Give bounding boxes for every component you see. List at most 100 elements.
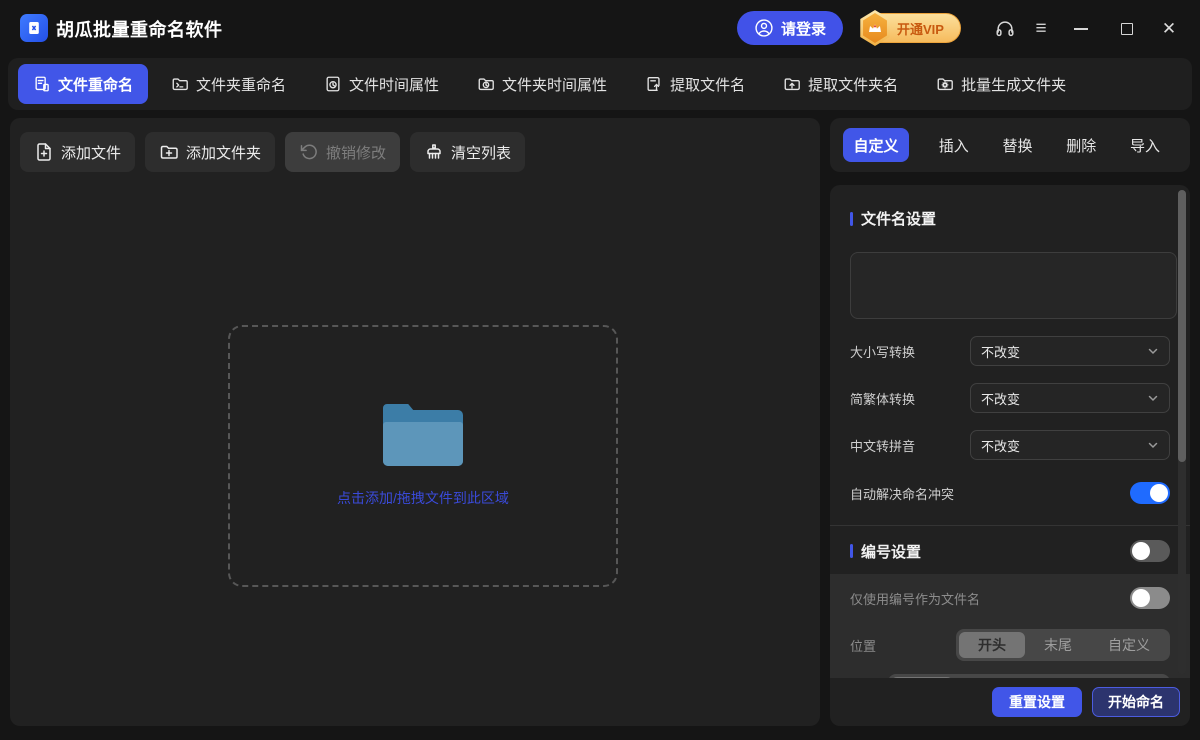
add-folder-button[interactable]: 添加文件夹 (145, 132, 275, 172)
folder-export-icon (783, 75, 801, 93)
numbering-toggle[interactable] (1130, 540, 1170, 562)
close-button[interactable]: ✕ (1154, 14, 1184, 44)
tab-folder-time[interactable]: 文件夹时间属性 (462, 64, 622, 104)
tab-insert[interactable]: 插入 (935, 135, 973, 156)
dropzone-hint: 点击添加/拖拽文件到此区域 (337, 488, 509, 508)
menu-icon[interactable]: ≡ (1028, 16, 1054, 42)
section-title: 文件名设置 (861, 208, 936, 229)
clear-list-button[interactable]: 清空列表 (410, 132, 525, 172)
tab-batch-create-folder[interactable]: 批量生成文件夹 (921, 64, 1081, 104)
position-label: 位置 (850, 636, 876, 655)
rename-mode-tabs: 自定义 插入 替换 删除 导入 (830, 118, 1190, 172)
broom-icon (424, 142, 444, 162)
traditional-convert-label: 简繁体转换 (850, 389, 915, 408)
tab-label: 文件时间属性 (349, 74, 439, 95)
tab-folder-rename[interactable]: 文件夹重命名 (156, 64, 301, 104)
file-rename-icon (33, 75, 51, 93)
tab-import[interactable]: 导入 (1126, 135, 1164, 156)
only-number-toggle[interactable] (1130, 587, 1170, 609)
position-option-custom[interactable]: 自定义 (1091, 632, 1167, 658)
only-number-row: 仅使用编号作为文件名 (850, 587, 1170, 609)
traditional-convert-row: 简繁体转换 不改变 (850, 383, 1170, 413)
folder-illustration-icon (383, 404, 463, 466)
settings-scroll-area: 文件名设置 大小写转换 不改变 简繁体转换 不改变 (830, 185, 1190, 678)
chevron-down-icon (1147, 392, 1159, 404)
section-marker (850, 544, 853, 558)
titlebar: 胡瓜批量重命名软件 请登录 开通VIP (0, 0, 1200, 56)
settings-panel: 自定义 插入 替换 删除 导入 文件名设置 大小写转换 不改变 (830, 118, 1190, 726)
file-clock-icon (324, 75, 342, 93)
add-file-label: 添加文件 (61, 142, 121, 163)
maximize-button[interactable] (1112, 14, 1142, 44)
select-value: 不改变 (981, 342, 1020, 361)
numbering-section-header: 编号设置 (850, 540, 1170, 562)
tab-delete[interactable]: 删除 (1062, 135, 1100, 156)
tab-extract-foldername[interactable]: 提取文件夹名 (768, 64, 913, 104)
filename-section-header: 文件名设置 (850, 208, 1170, 229)
file-toolbar: 添加文件 添加文件夹 撤销修改 (20, 132, 525, 172)
pinyin-convert-label: 中文转拼音 (850, 436, 915, 455)
position-row: 位置 开头 末尾 自定义 (850, 629, 1170, 661)
tab-replace[interactable]: 替换 (998, 135, 1036, 156)
vip-button[interactable]: 开通VIP (866, 13, 961, 43)
undo-button[interactable]: 撤销修改 (285, 132, 400, 172)
case-convert-row: 大小写转换 不改变 (850, 336, 1170, 366)
main-nav-tabs: 文件重命名 文件夹重命名 文件时间属性 (8, 58, 1192, 110)
tab-label: 文件夹重命名 (196, 74, 286, 95)
select-value: 不改变 (981, 436, 1020, 455)
minimize-button[interactable] (1066, 14, 1096, 44)
pinyin-convert-row: 中文转拼音 不改变 (850, 430, 1170, 460)
undo-icon (299, 142, 319, 162)
folder-plus-icon (159, 142, 179, 162)
position-segmented-control: 开头 末尾 自定义 (956, 629, 1170, 661)
tab-label: 提取文件名 (670, 74, 745, 95)
settings-scrollbar (1178, 190, 1186, 674)
app-window: 胡瓜批量重命名软件 请登录 开通VIP (0, 0, 1200, 740)
folder-rename-icon (171, 75, 189, 93)
login-button[interactable]: 请登录 (737, 11, 843, 45)
section-divider (830, 525, 1190, 526)
section-marker (850, 212, 853, 226)
app-title: 胡瓜批量重命名软件 (56, 16, 223, 42)
tab-custom[interactable]: 自定义 (843, 128, 909, 162)
case-convert-label: 大小写转换 (850, 342, 915, 361)
tab-extract-filename[interactable]: 提取文件名 (630, 64, 760, 104)
tab-file-time[interactable]: 文件时间属性 (309, 64, 454, 104)
auto-resolve-label: 自动解决命名冲突 (850, 484, 954, 503)
login-label: 请登录 (781, 18, 826, 39)
only-number-label: 仅使用编号作为文件名 (850, 589, 980, 608)
folder-gear-icon (936, 75, 954, 93)
add-folder-label: 添加文件夹 (186, 142, 261, 163)
crown-badge-icon (859, 10, 891, 46)
file-export-icon (645, 75, 663, 93)
position-option-start[interactable]: 开头 (959, 632, 1025, 658)
position-option-end[interactable]: 末尾 (1025, 632, 1091, 658)
add-file-button[interactable]: 添加文件 (20, 132, 135, 172)
settings-footer: 重置设置 开始命名 (830, 678, 1190, 726)
numbering-options-disabled: 仅使用编号作为文件名 位置 开头 末尾 自定义 类型 (830, 574, 1190, 678)
clear-list-label: 清空列表 (451, 142, 511, 163)
tab-file-rename[interactable]: 文件重命名 (18, 64, 148, 104)
tab-label: 提取文件夹名 (808, 74, 898, 95)
reset-settings-button[interactable]: 重置设置 (992, 687, 1082, 717)
auto-resolve-toggle[interactable] (1130, 482, 1170, 504)
file-dropzone[interactable]: 点击添加/拖拽文件到此区域 (228, 325, 618, 587)
case-convert-select[interactable]: 不改变 (970, 336, 1170, 366)
auto-resolve-row: 自动解决命名冲突 (850, 482, 1170, 504)
headset-icon[interactable] (992, 16, 1018, 42)
vip-label: 开通VIP (897, 19, 944, 38)
pinyin-convert-select[interactable]: 不改变 (970, 430, 1170, 460)
tab-label: 批量生成文件夹 (961, 74, 1066, 95)
tab-label: 文件重命名 (58, 74, 133, 95)
select-value: 不改变 (981, 389, 1020, 408)
start-rename-button[interactable]: 开始命名 (1092, 687, 1180, 717)
file-list-panel: 添加文件 添加文件夹 撤销修改 (10, 118, 820, 726)
folder-clock-icon (477, 75, 495, 93)
traditional-convert-select[interactable]: 不改变 (970, 383, 1170, 413)
filename-input[interactable] (850, 252, 1177, 319)
section-title: 编号设置 (861, 541, 921, 562)
user-icon (754, 18, 774, 38)
chevron-down-icon (1147, 345, 1159, 357)
settings-content: 文件名设置 大小写转换 不改变 简繁体转换 不改变 (830, 185, 1190, 726)
scrollbar-thumb[interactable] (1178, 190, 1186, 462)
